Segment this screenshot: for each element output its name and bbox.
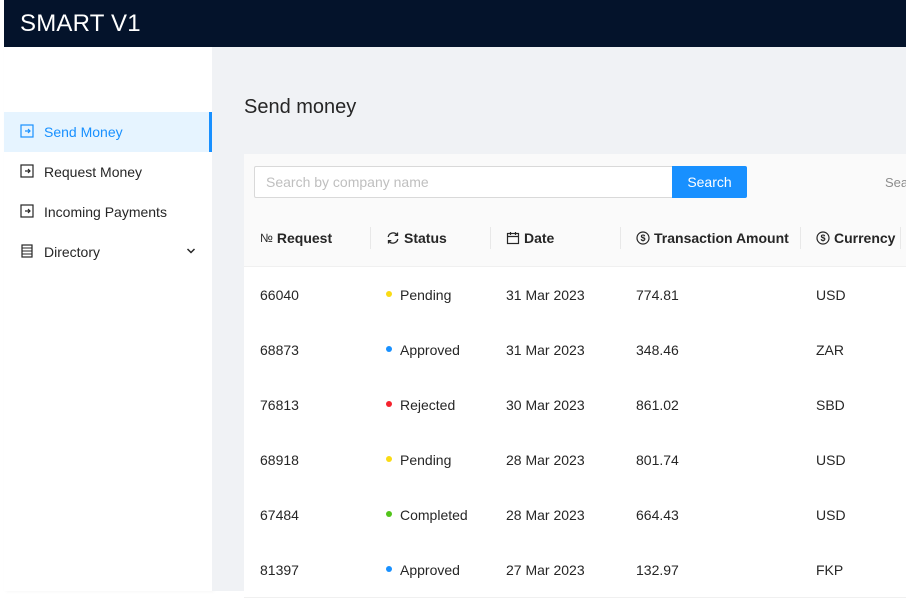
amount-cell: 801.74 bbox=[636, 452, 679, 468]
sidebar-item-send-money[interactable]: Send Money bbox=[4, 112, 212, 152]
status-dot bbox=[386, 566, 392, 573]
currency-cell: USD bbox=[816, 452, 846, 468]
currency-cell: USD bbox=[816, 287, 846, 303]
request-cell: 67484 bbox=[260, 507, 299, 523]
status-cell: Approved bbox=[386, 342, 460, 358]
svg-text:$: $ bbox=[820, 233, 825, 243]
status-dot bbox=[386, 456, 392, 463]
table-row[interactable]: 67484 Completed 28 Mar 2023 664.43 USD bbox=[244, 487, 906, 543]
currency-cell: USD bbox=[816, 507, 846, 523]
table-header: № Request Status Date $ Transaction Amou… bbox=[244, 210, 906, 267]
sidebar-item-directory[interactable]: Directory bbox=[4, 232, 212, 272]
dollar-circle-icon: $ bbox=[816, 231, 830, 245]
amount-cell: 664.43 bbox=[636, 507, 679, 523]
page-title: Send money bbox=[244, 96, 357, 118]
amount-cell: 132.97 bbox=[636, 562, 679, 578]
sidebar-item-label: Send Money bbox=[44, 124, 123, 140]
currency-cell: FKP bbox=[816, 562, 844, 578]
date-cell: 31 Mar 2023 bbox=[506, 342, 585, 358]
table-row[interactable]: 66040 Pending 31 Mar 2023 774.81 USD bbox=[244, 267, 906, 323]
secondary-search-label[interactable]: Sea bbox=[885, 175, 906, 190]
column-header-currency[interactable]: $ Currency bbox=[816, 230, 895, 246]
top-header: SMART V1 bbox=[4, 0, 906, 47]
date-cell: 28 Mar 2023 bbox=[506, 507, 585, 523]
column-header-date[interactable]: Date bbox=[506, 230, 554, 246]
column-header-request[interactable]: № Request bbox=[260, 230, 332, 246]
sidebar-item-request-money[interactable]: Request Money bbox=[4, 152, 212, 192]
request-cell: 68873 bbox=[260, 342, 299, 358]
search-button[interactable]: Search bbox=[672, 166, 747, 198]
column-divider bbox=[620, 227, 621, 249]
status-cell: Pending bbox=[386, 287, 451, 303]
sync-icon bbox=[387, 232, 399, 244]
column-divider bbox=[800, 227, 801, 249]
date-cell: 27 Mar 2023 bbox=[506, 562, 585, 578]
column-divider bbox=[370, 227, 371, 249]
number-sign-icon: № bbox=[260, 231, 273, 245]
svg-text:$: $ bbox=[640, 233, 645, 243]
calendar-icon bbox=[506, 232, 520, 245]
status-dot bbox=[386, 511, 392, 518]
table-row[interactable]: 81397 Approved 27 Mar 2023 132.97 FKP bbox=[244, 542, 906, 598]
table-row[interactable]: 76813 Rejected 30 Mar 2023 861.02 SBD bbox=[244, 377, 906, 433]
incoming-icon bbox=[20, 204, 34, 218]
table-row[interactable]: 68873 Approved 31 Mar 2023 348.46 ZAR bbox=[244, 322, 906, 378]
column-divider bbox=[900, 227, 901, 249]
request-cell: 66040 bbox=[260, 287, 299, 303]
date-cell: 31 Mar 2023 bbox=[506, 287, 585, 303]
request-icon bbox=[20, 164, 34, 178]
request-cell: 68918 bbox=[260, 452, 299, 468]
status-cell: Rejected bbox=[386, 397, 455, 413]
sidebar-item-label: Request Money bbox=[44, 164, 143, 180]
sidebar-item-label: Directory bbox=[44, 244, 101, 260]
status-cell: Completed bbox=[386, 507, 468, 523]
app-title: SMART V1 bbox=[20, 10, 141, 37]
request-cell: 76813 bbox=[260, 397, 299, 413]
transactions-card: Search Sea № Request Status bbox=[244, 154, 906, 598]
table-toolbar: Search Sea bbox=[244, 154, 906, 211]
sidebar-item-incoming-payments[interactable]: Incoming Payments bbox=[4, 192, 212, 232]
chevron-down-icon[interactable] bbox=[186, 246, 196, 256]
amount-cell: 348.46 bbox=[636, 342, 679, 358]
status-dot bbox=[386, 401, 392, 408]
amount-cell: 774.81 bbox=[636, 287, 679, 303]
status-dot bbox=[386, 291, 392, 298]
status-cell: Pending bbox=[386, 452, 451, 468]
sidebar-item-label: Incoming Payments bbox=[44, 204, 167, 220]
search-input[interactable] bbox=[254, 166, 672, 198]
status-cell: Approved bbox=[386, 562, 460, 578]
column-divider bbox=[490, 227, 491, 249]
date-cell: 30 Mar 2023 bbox=[506, 397, 585, 413]
main-content: Send money Search Sea № Request Status bbox=[212, 47, 906, 598]
request-cell: 81397 bbox=[260, 562, 299, 578]
column-header-transaction-amount[interactable]: $ Transaction Amount bbox=[636, 230, 789, 246]
currency-cell: ZAR bbox=[816, 342, 844, 358]
table-row[interactable]: 68918 Pending 28 Mar 2023 801.74 USD bbox=[244, 432, 906, 488]
send-icon bbox=[20, 124, 34, 138]
directory-icon bbox=[21, 244, 33, 258]
sidebar: Send Money Request Money Incoming Paymen… bbox=[4, 47, 212, 591]
amount-cell: 861.02 bbox=[636, 397, 679, 413]
status-dot bbox=[386, 346, 392, 353]
dollar-circle-icon: $ bbox=[636, 231, 650, 245]
currency-cell: SBD bbox=[816, 397, 845, 413]
column-header-status[interactable]: Status bbox=[386, 230, 447, 246]
date-cell: 28 Mar 2023 bbox=[506, 452, 585, 468]
